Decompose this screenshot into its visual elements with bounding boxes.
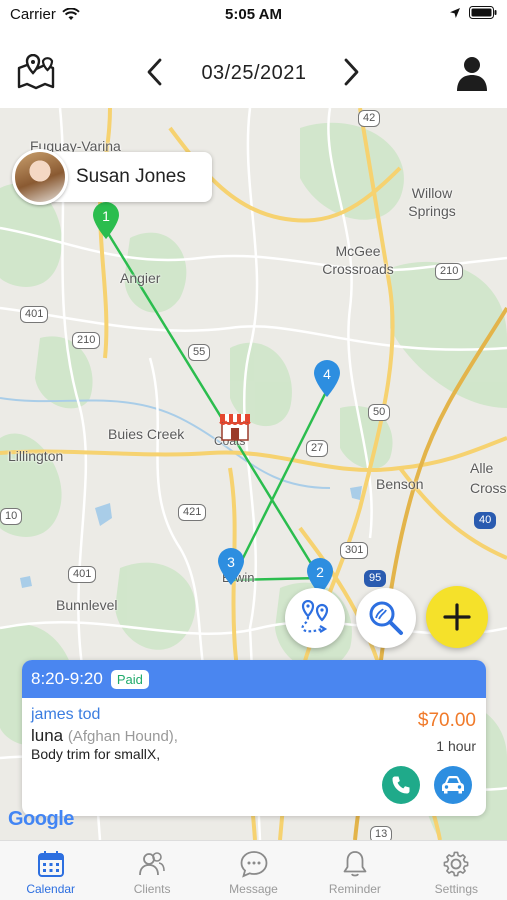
search-icon bbox=[369, 601, 403, 635]
tab-clients[interactable]: Clients bbox=[101, 841, 202, 900]
current-date[interactable]: 03/25/2021 bbox=[180, 62, 328, 85]
tab-label: Calendar bbox=[26, 882, 76, 896]
interstate-shield: 95 bbox=[364, 570, 387, 587]
map-place-label: Willow Springs bbox=[408, 185, 456, 219]
service-description: Body trim for smallX, bbox=[31, 746, 161, 762]
salon-store-icon[interactable] bbox=[218, 408, 252, 442]
google-attribution: Google bbox=[8, 808, 74, 831]
tab-settings[interactable]: Settings bbox=[406, 841, 507, 900]
pet-info: luna (Afghan Hound), bbox=[31, 726, 178, 746]
appointment-card[interactable]: 8:20-9:20 Paid james tod luna (Afghan Ho… bbox=[22, 660, 486, 816]
tab-calendar[interactable]: Calendar bbox=[0, 841, 101, 900]
selected-client-chip[interactable]: Susan Jones bbox=[12, 149, 212, 205]
appointment-client-name[interactable]: james tod bbox=[31, 706, 100, 724]
road-shield: 210 bbox=[72, 332, 101, 349]
status-right bbox=[449, 6, 497, 19]
tab-label: Message bbox=[229, 882, 278, 896]
car-icon bbox=[442, 776, 464, 794]
road-shield: 401 bbox=[20, 306, 49, 323]
appointment-price: $70.00 bbox=[417, 710, 476, 731]
map-place-label: Buies Creek bbox=[108, 426, 185, 442]
stop-marker-pin-icon[interactable]: 4 bbox=[312, 358, 342, 398]
road-shield: 210 bbox=[435, 263, 464, 280]
bell-icon bbox=[343, 851, 367, 877]
next-day-chevron-icon[interactable] bbox=[336, 56, 366, 88]
road-shield: 10 bbox=[0, 508, 23, 525]
appointment-card-header: 8:20-9:20 Paid bbox=[22, 660, 486, 698]
stop-marker-pin-icon[interactable]: 1 bbox=[91, 200, 121, 240]
road-shield: 421 bbox=[178, 504, 207, 521]
message-icon bbox=[240, 851, 267, 878]
stop-number: 4 bbox=[323, 366, 331, 382]
client-name: Susan Jones bbox=[76, 166, 186, 187]
stop-marker-pin-icon[interactable]: 3 bbox=[216, 546, 246, 586]
calendar-icon bbox=[37, 851, 64, 877]
phone-icon bbox=[392, 776, 410, 794]
tab-reminder[interactable]: Reminder bbox=[304, 841, 405, 900]
road-shield: 301 bbox=[340, 542, 369, 559]
google-logo-text: Google bbox=[8, 808, 74, 830]
status-badge: Paid bbox=[110, 669, 149, 689]
stop-number: 1 bbox=[102, 208, 110, 224]
previous-day-chevron-icon[interactable] bbox=[140, 56, 170, 88]
tab-message[interactable]: Message bbox=[203, 841, 304, 900]
route-button[interactable] bbox=[285, 588, 345, 648]
stop-number: 2 bbox=[316, 564, 324, 580]
road-shield: 401 bbox=[68, 566, 97, 583]
interstate-shield: 40 bbox=[474, 512, 497, 529]
battery-icon bbox=[469, 6, 497, 19]
pet-name: luna bbox=[31, 726, 64, 745]
status-time: 5:05 AM bbox=[225, 6, 282, 23]
stop-number: 3 bbox=[227, 554, 235, 570]
date-header: 03/25/2021 bbox=[0, 30, 507, 108]
map-place-label: McGee Crossroads bbox=[322, 243, 394, 277]
map-place-label: Lillington bbox=[8, 448, 64, 464]
clients-icon bbox=[139, 852, 165, 876]
road-shield: 13 bbox=[370, 826, 393, 840]
location-arrow-icon bbox=[450, 7, 460, 18]
avatar bbox=[12, 149, 68, 205]
road-shield: 50 bbox=[368, 404, 391, 421]
map-place-label: Alle Cross bbox=[470, 460, 507, 496]
profile-icon[interactable] bbox=[454, 54, 490, 92]
map-place-label: Benson bbox=[376, 476, 424, 492]
plus-icon bbox=[443, 603, 471, 631]
appointment-duration: 1 hour bbox=[436, 738, 476, 754]
call-button[interactable] bbox=[382, 766, 420, 804]
tab-label: Reminder bbox=[328, 882, 381, 896]
navigate-button[interactable] bbox=[434, 766, 472, 804]
map-place-label: Bunnlevel bbox=[56, 597, 118, 613]
add-appointment-button[interactable] bbox=[426, 586, 488, 648]
tab-bar: Calendar Clients Message Reminder Settin… bbox=[0, 840, 507, 900]
tab-label: Clients bbox=[133, 882, 171, 896]
appointment-time: 8:20-9:20 bbox=[31, 669, 103, 688]
road-shield: 27 bbox=[306, 440, 329, 457]
map-route-icon[interactable] bbox=[16, 54, 56, 90]
status-bar: Carrier 5:05 AM bbox=[0, 0, 507, 30]
map-place-label: Angier bbox=[120, 270, 161, 286]
road-shield: 42 bbox=[358, 110, 381, 127]
gear-icon bbox=[443, 851, 469, 877]
tab-label: Settings bbox=[434, 882, 478, 896]
calendar-map-screen: Carrier 5:05 AM 03/25/2021 Fuquay-Varina… bbox=[0, 0, 507, 900]
route-icon bbox=[301, 600, 329, 633]
pet-breed: (Afghan Hound), bbox=[67, 728, 178, 745]
road-shield: 55 bbox=[188, 344, 211, 361]
search-client-button[interactable] bbox=[356, 588, 416, 648]
